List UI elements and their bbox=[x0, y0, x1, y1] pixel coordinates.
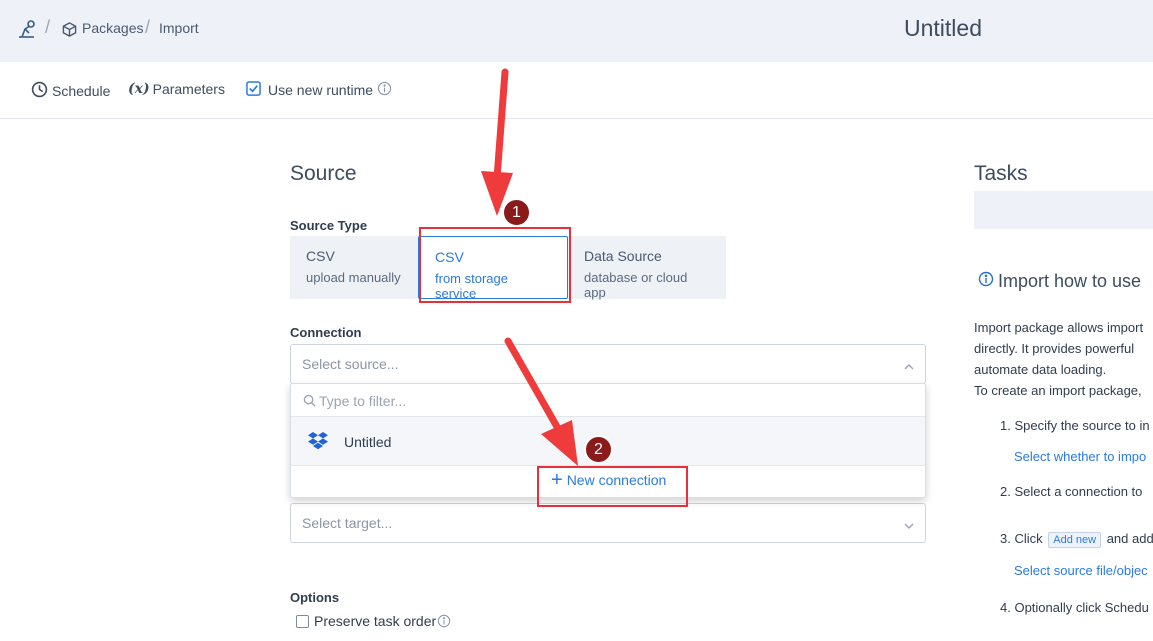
chevron-up-icon bbox=[903, 359, 915, 377]
annotation-box-1 bbox=[419, 227, 571, 303]
schedule-label: Schedule bbox=[52, 83, 111, 99]
connection-select[interactable]: Select source... bbox=[290, 344, 926, 384]
help-line: automate data loading. bbox=[974, 362, 1107, 377]
source-type-data-source[interactable]: Data Source database or cloud app bbox=[568, 236, 726, 300]
parameters-button[interactable]: (x) Parameters bbox=[128, 81, 225, 97]
help-step: 4. Optionally click Schedu bbox=[1000, 600, 1149, 615]
annotation-number-2: 2 bbox=[584, 435, 613, 464]
breadcrumb-separator: / bbox=[145, 17, 151, 37]
add-new-badge: Add new bbox=[1048, 532, 1102, 548]
parameters-label: Parameters bbox=[152, 81, 225, 97]
help-step-link[interactable]: Select source file/objec bbox=[1014, 563, 1148, 578]
info-icon[interactable] bbox=[437, 614, 451, 633]
breadcrumb-separator: / bbox=[45, 17, 51, 37]
source-type-subtitle: database or cloud app bbox=[584, 270, 688, 300]
breadcrumb-import[interactable]: Import bbox=[159, 20, 199, 36]
options-label: Options bbox=[290, 590, 340, 605]
help-line: directly. It provides powerful bbox=[974, 341, 1135, 356]
help-step-text: 3. Click bbox=[1000, 531, 1043, 546]
filter-input[interactable]: Type to filter... bbox=[291, 384, 925, 417]
source-heading: Source bbox=[290, 162, 357, 185]
target-select[interactable]: Select target... bbox=[290, 503, 926, 543]
toolbar: Schedule (x) Parameters Use new runtime bbox=[0, 62, 1153, 119]
help-line: Import package allows import bbox=[974, 320, 1144, 335]
help-step: 3. Click Add new and add bbox=[1000, 531, 1153, 548]
help-title-text: Import how to use bbox=[998, 271, 1142, 291]
target-placeholder: Select target... bbox=[302, 515, 393, 531]
tasks-heading: Tasks bbox=[974, 162, 1028, 185]
help-line: To create an import package, bbox=[974, 383, 1142, 398]
source-type-label: Source Type bbox=[290, 218, 368, 233]
source-type-title: Data Source bbox=[584, 248, 662, 264]
breadcrumb-packages[interactable]: Packages bbox=[82, 20, 143, 36]
preserve-task-order-checkbox[interactable] bbox=[296, 615, 309, 628]
schedule-button[interactable]: Schedule bbox=[31, 81, 110, 101]
help-step-link[interactable]: Select whether to impo bbox=[1014, 449, 1146, 464]
help-step-text: and add bbox=[1106, 531, 1153, 546]
annotation-box-2 bbox=[537, 466, 688, 507]
variable-icon: (x) bbox=[128, 81, 150, 97]
chevron-down-icon bbox=[903, 518, 915, 536]
help-step: 2. Select a connection to bbox=[1000, 484, 1143, 499]
connection-placeholder: Select source... bbox=[302, 356, 399, 372]
package-icon bbox=[62, 22, 77, 42]
connection-option-label: Untitled bbox=[344, 434, 392, 450]
use-new-runtime-checkbox[interactable]: Use new runtime bbox=[246, 81, 396, 99]
help-step: 1. Specify the source to in bbox=[1000, 418, 1150, 433]
annotation-number-1: 1 bbox=[502, 198, 531, 227]
info-icon[interactable] bbox=[377, 81, 396, 99]
home-robot-icon[interactable] bbox=[16, 18, 38, 45]
help-title: Import how to use bbox=[978, 271, 1141, 292]
use-new-runtime-label: Use new runtime bbox=[268, 82, 374, 98]
filter-placeholder: Type to filter... bbox=[319, 393, 407, 409]
connection-label: Connection bbox=[290, 325, 362, 340]
search-icon bbox=[303, 394, 316, 407]
page-title[interactable]: Untitled bbox=[904, 15, 982, 42]
tasks-bar bbox=[974, 191, 1153, 229]
source-type-title: CSV bbox=[306, 248, 335, 264]
preserve-task-order-label: Preserve task order bbox=[314, 613, 437, 629]
top-bar: / Packages / Import Untitled bbox=[0, 0, 1153, 62]
source-type-csv-upload[interactable]: CSV upload manually bbox=[290, 236, 418, 299]
checkbox-checked-icon bbox=[246, 81, 265, 99]
clock-icon bbox=[31, 81, 52, 101]
source-type-subtitle: upload manually bbox=[306, 270, 401, 285]
info-icon bbox=[978, 271, 994, 292]
dropbox-icon bbox=[308, 432, 328, 450]
